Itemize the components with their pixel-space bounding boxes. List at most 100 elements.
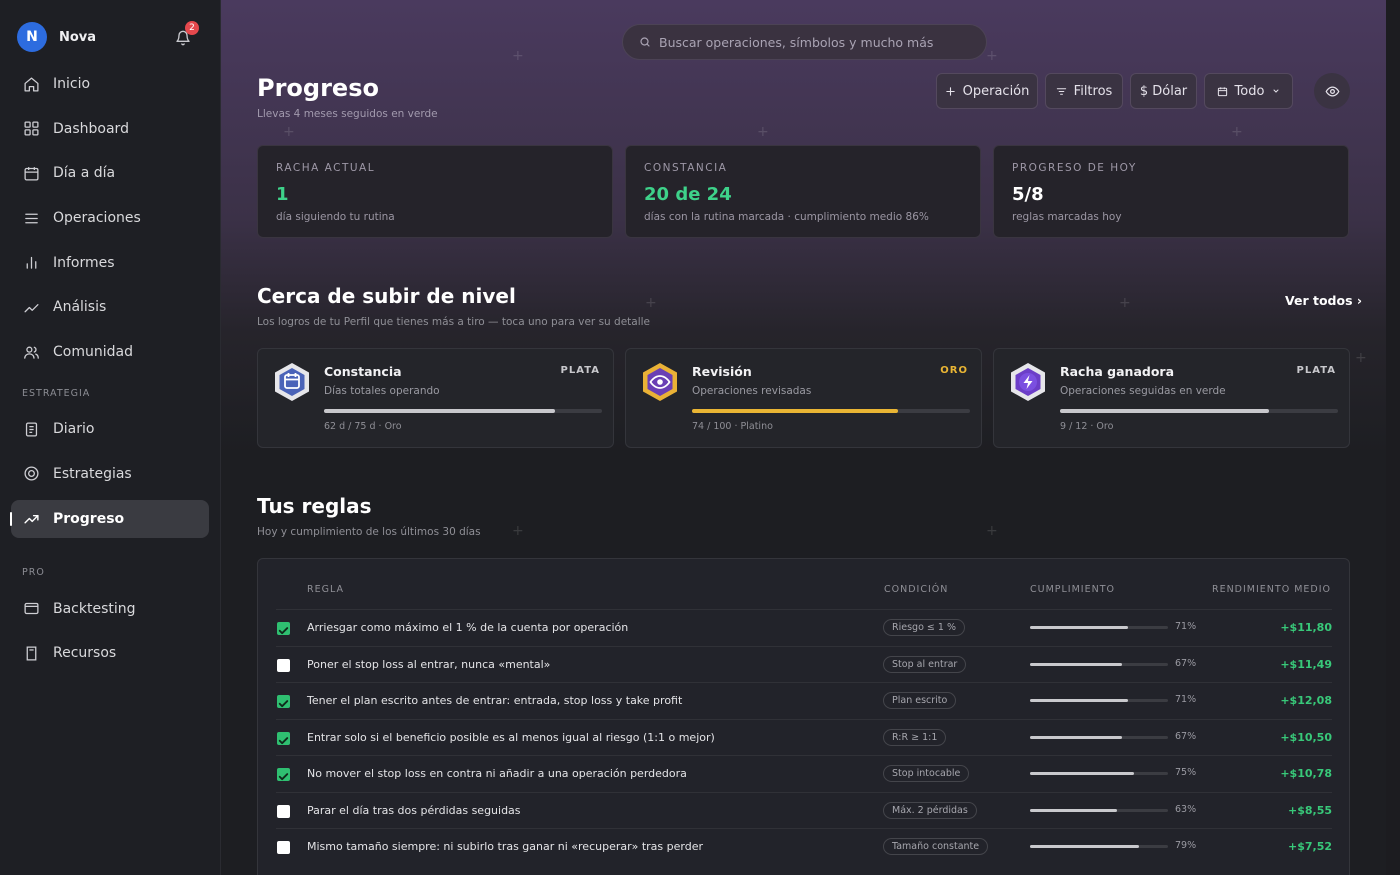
see-all-link[interactable]: Ver todos ›: [1285, 293, 1362, 308]
list-icon: [25, 213, 38, 223]
nav-item-informes[interactable]: Informes: [11, 244, 209, 282]
rule-text: No mover el stop loss en contra ni añadi…: [307, 767, 687, 780]
column-header-compliance: CUMPLIMIENTO: [1030, 584, 1115, 595]
nav-label: Dashboard: [53, 120, 129, 137]
nav-label: Backtesting: [53, 600, 136, 617]
nav-item-estrategias[interactable]: Estrategias: [11, 455, 209, 493]
achievement-progress-bar: [692, 409, 970, 413]
scrollbar[interactable]: [1386, 0, 1400, 875]
rule-text: Arriesgar como máximo el 1 % de la cuent…: [307, 621, 629, 634]
rule-checkbox[interactable]: [277, 695, 290, 708]
checkmark-icon: [278, 736, 289, 744]
achievement-progress-text: 9 / 12 · Oro: [1060, 421, 1114, 432]
page-subtitle: Llevas 4 meses seguidos en verde: [257, 108, 438, 120]
progress-icon: [24, 514, 39, 524]
rule-text: Entrar solo si el beneficio posible es a…: [307, 730, 715, 744]
nav-item-analisis[interactable]: Análisis: [11, 288, 209, 326]
decorative-plus-icon: +: [512, 48, 524, 64]
decorative-plus-icon: +: [512, 523, 524, 539]
nav-label: Operaciones: [53, 210, 141, 227]
achievement-card-revision[interactable]: Revisión ORO Operaciones revisadas 74 / …: [625, 348, 982, 448]
rule-checkbox[interactable]: [277, 804, 290, 818]
table-row[interactable]: Parar el día tras dos pérdidas seguidas M…: [276, 791, 1332, 828]
avatar[interactable]: N: [17, 22, 47, 52]
achievement-description: Operaciones seguidas en verde: [1060, 385, 1226, 397]
stat-label: PROGRESO DE HOY: [1012, 162, 1137, 174]
average-performance: +$10,50: [1280, 730, 1332, 744]
column-header-rule: REGLA: [307, 584, 344, 595]
compliance-percent: 71%: [1175, 621, 1197, 632]
rule-text: Mismo tamaño siempre: ni subirlo tras ga…: [307, 840, 703, 853]
filters-button[interactable]: Filtros: [1045, 73, 1123, 109]
table-row[interactable]: Entrar solo si el beneficio posible es a…: [276, 718, 1332, 755]
stat-card-consistency: CONSTANCIA 20 de 24 días con la rutina m…: [625, 145, 981, 238]
achievement-card-constancia[interactable]: Constancia PLATA Días totales operando 6…: [257, 348, 614, 448]
button-label: Operación: [962, 83, 1030, 99]
compliance-percent: 63%: [1175, 803, 1197, 815]
currency-button[interactable]: $ Dólar: [1130, 73, 1197, 109]
achievement-card-racha-ganadora[interactable]: Racha ganadora PLATA Operaciones seguida…: [993, 348, 1350, 448]
table-row[interactable]: Tener el plan escrito antes de entrar: e…: [276, 682, 1332, 718]
achievement-progress-bar: [1060, 409, 1338, 413]
visibility-toggle-button[interactable]: [1314, 73, 1350, 109]
achievement-name: Constancia: [324, 364, 402, 379]
achievement-name: Racha ganadora: [1060, 364, 1175, 379]
table-row[interactable]: Arriesgar como máximo el 1 % de la cuent…: [276, 609, 1332, 645]
nav-item-inicio[interactable]: Inicio: [11, 65, 209, 103]
compliance-bar: [1030, 845, 1168, 848]
table-row[interactable]: Mismo tamaño siempre: ni subirlo tras ga…: [276, 828, 1332, 864]
rule-checkbox[interactable]: [277, 658, 290, 672]
table-row[interactable]: Poner el stop loss al entrar, nunca «men…: [276, 645, 1332, 682]
decorative-plus-icon: +: [1355, 350, 1367, 366]
condition-tag: Stop intocable: [883, 765, 970, 782]
nav-label: Análisis: [53, 299, 107, 316]
nav-item-recursos[interactable]: Recursos: [11, 634, 209, 672]
rule-checkbox[interactable]: [277, 731, 290, 745]
condition-tag: R:R ≥ 1:1: [883, 728, 947, 746]
nav-item-backtesting[interactable]: Backtesting: [11, 590, 209, 628]
average-performance: +$11,80: [1280, 621, 1332, 634]
nav-label: Día a día: [53, 165, 116, 182]
nav-label: Informes: [53, 254, 115, 271]
nav-item-operaciones[interactable]: Operaciones: [11, 199, 209, 237]
decorative-plus-icon: +: [645, 295, 657, 311]
compliance-percent: 75%: [1175, 767, 1197, 778]
nav-label: Inicio: [53, 76, 91, 92]
achievement-tier: PLATA: [560, 365, 600, 376]
decorative-plus-icon: +: [1119, 295, 1131, 311]
nav-item-dashboard[interactable]: Dashboard: [11, 110, 209, 148]
decorative-plus-icon: +: [283, 124, 295, 140]
nav-item-diario[interactable]: Diario: [11, 410, 209, 448]
period-dropdown[interactable]: Todo: [1204, 73, 1293, 109]
table-row[interactable]: No mover el stop loss en contra ni añadi…: [276, 755, 1332, 791]
rule-checkbox[interactable]: [277, 768, 290, 781]
checkmark-icon: [278, 773, 289, 781]
nav-item-comunidad[interactable]: Comunidad: [11, 333, 209, 371]
nav-item-dia-a-dia[interactable]: Día a día: [11, 154, 209, 192]
compliance-percent: 71%: [1175, 694, 1197, 705]
add-operation-button[interactable]: Operación: [936, 73, 1038, 109]
achievement-progress-text: 62 d / 75 d · Oro: [324, 421, 402, 432]
compliance-percent: 79%: [1175, 840, 1197, 851]
rule-checkbox[interactable]: [277, 841, 290, 854]
condition-tag: Stop al entrar: [883, 655, 967, 673]
average-performance: +$10,78: [1280, 767, 1332, 780]
search-icon: [640, 37, 650, 47]
stat-card-today-progress: PROGRESO DE HOY 5/8 reglas marcadas hoy: [993, 145, 1349, 238]
condition-tag: Máx. 2 pérdidas: [883, 801, 977, 819]
rule-checkbox[interactable]: [277, 622, 290, 635]
calendar-badge-icon: [275, 363, 309, 401]
average-performance: +$8,55: [1287, 803, 1332, 817]
window-icon: [24, 602, 39, 615]
nav-label: Recursos: [53, 645, 117, 662]
average-performance: +$12,08: [1280, 694, 1332, 707]
button-label: Filtros: [1073, 83, 1113, 99]
level-section-subtitle: Los logros de tu Perfil que tienes más a…: [257, 316, 651, 328]
search-bar[interactable]: Buscar operaciones, símbolos y mucho más: [622, 24, 987, 60]
button-label: Todo: [1234, 83, 1265, 99]
nav-item-progreso[interactable]: Progreso: [10, 499, 209, 538]
achievement-description: Operaciones revisadas: [692, 385, 812, 397]
achievement-description: Días totales operando: [324, 385, 440, 397]
stat-value: 1: [276, 184, 289, 205]
average-performance: +$7,52: [1287, 840, 1332, 853]
